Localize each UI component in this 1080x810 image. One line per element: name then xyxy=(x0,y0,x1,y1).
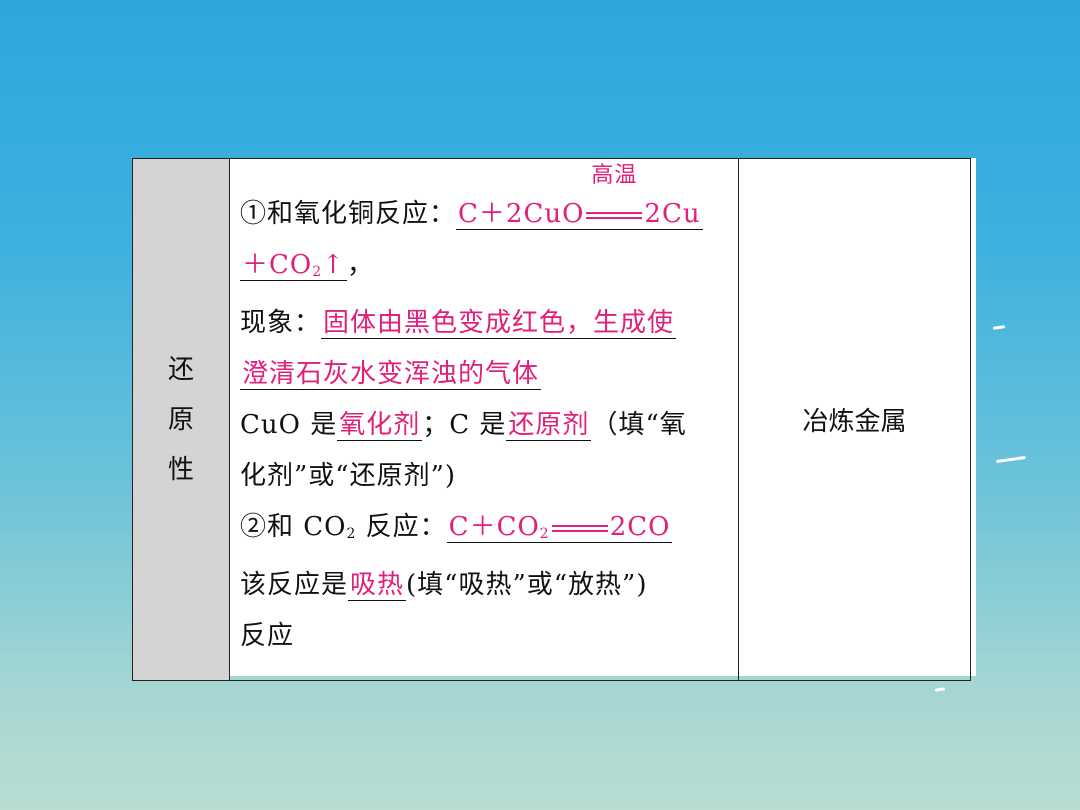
line-agents: CuO 是氧化剂；C 是还原剂（填“氧 xyxy=(240,400,730,451)
eq-left: C＋2CuO xyxy=(458,199,585,229)
table-right-edge xyxy=(971,158,976,676)
line-reaction-co2: ②和 CO2 反应：C＋CO2 2CO xyxy=(240,502,730,560)
double-line xyxy=(551,524,608,532)
eq-right: 2CO xyxy=(609,512,671,542)
text: 该反应是 xyxy=(240,570,349,600)
answer-oxidizer: 氧化剂 xyxy=(337,410,423,441)
condition-equals: 高温 xyxy=(584,165,644,240)
decor-dash xyxy=(992,325,1006,330)
line-phenomenon-cont: 澄清石灰水变浑浊的气体 xyxy=(240,349,730,400)
eq-tail: ＋CO xyxy=(242,250,313,280)
subscript: 2 xyxy=(312,264,323,280)
line-reaction-cuo-cont: ＋CO2↑， xyxy=(240,240,730,298)
content-cell: ①和氧化铜反应：C＋2CuO 高温 2Cu ＋CO2↑， 现象：固体由黑色变成红色，… xyxy=(229,158,739,681)
text: 反应： xyxy=(356,512,447,542)
text: 化剂”或“还原剂”) xyxy=(240,461,457,491)
text: 反应 xyxy=(240,621,295,651)
decor-dash xyxy=(995,455,1027,464)
eq-left: C＋CO xyxy=(448,512,540,542)
text: ①和氧化铜反应： xyxy=(240,199,457,229)
answer-phenomenon-2: 澄清石灰水变浑浊的气体 xyxy=(240,359,542,390)
answer-phenomenon-1: 固体由黑色变成红色，生成使 xyxy=(321,308,677,339)
text: ， xyxy=(346,250,374,280)
decor-dash xyxy=(934,687,946,692)
line-heat-cont: 反应 xyxy=(240,611,730,662)
text: （填“氧 xyxy=(591,410,687,440)
subscript: 2 xyxy=(539,526,550,542)
answer-equation-1: C＋2CuO 高温 2Cu xyxy=(456,165,703,230)
line-reaction-cuo: ①和氧化铜反应：C＋2CuO 高温 2Cu xyxy=(240,165,730,240)
use-cell: 冶炼金属 xyxy=(738,158,971,681)
gas-arrow-icon: ↑ xyxy=(322,250,345,280)
text: (填“吸热”或“放热”) xyxy=(406,570,648,600)
line-agents-cont: 化剂”或“还原剂”) xyxy=(240,451,730,502)
condition-text: 高温 xyxy=(591,163,638,188)
answer-reducer: 还原剂 xyxy=(506,410,592,441)
property-table: 还原性 ①和氧化铜反应：C＋2CuO 高温 2Cu ＋CO2↑， 现象：固体由黑色变… xyxy=(132,158,976,681)
line-phenomenon: 现象：固体由黑色变成红色，生成使 xyxy=(240,298,730,349)
text: CuO 是 xyxy=(240,410,338,440)
answer-equation-2: C＋CO2 2CO xyxy=(446,512,673,543)
double-line xyxy=(586,211,643,219)
answer-equation-1-tail: ＋CO2↑ xyxy=(240,250,347,281)
subscript: 2 xyxy=(346,526,357,542)
text: ；C 是 xyxy=(422,410,507,440)
condition-equals xyxy=(550,502,610,553)
line-heat: 该反应是吸热(填“吸热”或“放热”) xyxy=(240,560,730,611)
use-text: 冶炼金属 xyxy=(802,407,907,437)
eq-right: 2Cu xyxy=(644,199,701,229)
text: 现象： xyxy=(240,308,322,338)
answer-heat: 吸热 xyxy=(348,570,407,601)
text: ②和 CO xyxy=(240,512,347,542)
row-label-cell: 还原性 xyxy=(132,158,230,681)
row-label: 还原性 xyxy=(167,354,194,485)
